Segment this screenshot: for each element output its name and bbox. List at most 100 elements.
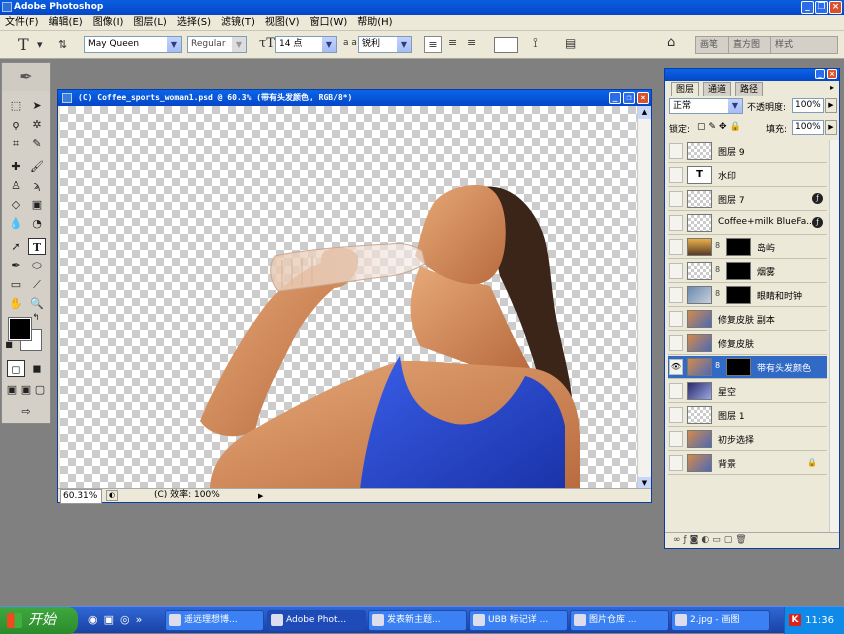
visibility-toggle[interactable]: [669, 167, 683, 183]
task-button[interactable]: UBB 标记详 ...: [469, 610, 568, 631]
visibility-toggle[interactable]: [669, 335, 683, 351]
new-layer-icon[interactable]: ▢: [724, 535, 736, 545]
tab-paths[interactable]: 路径: [735, 82, 764, 96]
clone-stamp-tool-icon[interactable]: ♙: [7, 177, 25, 194]
layers-scrollbar[interactable]: [829, 140, 839, 532]
visibility-toggle[interactable]: [669, 191, 683, 207]
full-screen-menu-icon[interactable]: ▣: [19, 381, 33, 398]
font-size-select[interactable]: 14 点 ▼: [275, 36, 337, 53]
blur-tool-icon[interactable]: 💧: [7, 215, 25, 232]
visibility-toggle[interactable]: [669, 263, 683, 279]
align-left-icon[interactable]: ≡: [424, 36, 442, 53]
quick-mask-icon[interactable]: ◼: [28, 360, 46, 377]
minimize-button[interactable]: _: [801, 1, 814, 14]
layer-row[interactable]: 图层 1: [668, 404, 827, 427]
lasso-tool-icon[interactable]: ϙ: [7, 116, 25, 133]
zoom-icon[interactable]: ◐: [106, 490, 118, 501]
dodge-tool-icon[interactable]: ◔: [28, 215, 46, 232]
align-center-icon[interactable]: ≡: [448, 36, 457, 49]
notes-tool-icon[interactable]: ▭: [7, 276, 25, 293]
marquee-tool-icon[interactable]: ⬚: [7, 97, 25, 114]
layer-mask-thumbnail[interactable]: [726, 358, 751, 376]
fill-field[interactable]: 100%: [792, 120, 824, 135]
link-layers-icon[interactable]: ∞: [673, 535, 684, 545]
layer-row[interactable]: 8 烟雾: [668, 260, 827, 283]
doc-close-button[interactable]: ×: [637, 92, 649, 104]
visibility-toggle[interactable]: [669, 239, 683, 255]
vertical-scrollbar[interactable]: ▲ ▼: [637, 106, 651, 490]
palette-well-histogram[interactable]: 直方图: [728, 36, 772, 54]
move-tool-icon[interactable]: ➤: [28, 97, 46, 114]
standard-mode-icon[interactable]: ◻: [7, 360, 25, 377]
add-mask-icon[interactable]: ◙: [690, 535, 702, 545]
visibility-toggle[interactable]: [669, 455, 683, 471]
menu-view[interactable]: 视图(V): [260, 15, 305, 31]
font-family-select[interactable]: May Queen ▼: [84, 36, 182, 53]
brush-tool-icon[interactable]: 🖌: [28, 158, 46, 175]
image-canvas[interactable]: [60, 106, 637, 490]
palettes-icon[interactable]: ▤: [565, 36, 576, 50]
menu-layer[interactable]: 图层(L): [128, 15, 171, 31]
foreground-color-swatch[interactable]: [8, 317, 32, 341]
menu-edit[interactable]: 编辑(E): [44, 15, 88, 31]
opacity-field[interactable]: 100%: [792, 98, 824, 113]
layer-row[interactable]: 修复皮肤: [668, 332, 827, 355]
layer-row[interactable]: 图层 9: [668, 140, 827, 163]
path-selection-tool-icon[interactable]: ➚: [7, 238, 25, 255]
tab-channels[interactable]: 通道: [703, 82, 732, 96]
standard-screen-icon[interactable]: ▣: [5, 381, 19, 398]
history-brush-tool-icon[interactable]: ϡ: [28, 177, 46, 194]
layer-row[interactable]: 星空: [668, 380, 827, 403]
eyedropper-tool-icon[interactable]: ⟋: [28, 276, 46, 293]
visibility-toggle[interactable]: [669, 287, 683, 303]
magic-wand-tool-icon[interactable]: ✲: [28, 116, 46, 133]
layer-mask-thumbnail[interactable]: [726, 286, 751, 304]
menu-window[interactable]: 窗口(W): [305, 15, 353, 31]
layer-effects-icon[interactable]: ƒ: [812, 193, 823, 204]
pen-tool-icon[interactable]: ✒: [7, 257, 25, 274]
eye-icon[interactable]: 👁: [669, 359, 683, 375]
doc-restore-button[interactable]: ❐: [623, 92, 635, 104]
layer-row[interactable]: 背景 🔒: [668, 452, 827, 475]
menu-select[interactable]: 选择(S): [172, 15, 216, 31]
gradient-tool-icon[interactable]: ▣: [28, 196, 46, 213]
menu-help[interactable]: 帮助(H): [352, 15, 397, 31]
layer-row-selected[interactable]: 👁 8 带有头发颜色: [668, 356, 827, 379]
panel-close-button[interactable]: ×: [827, 69, 837, 79]
new-group-icon[interactable]: ▭: [712, 535, 724, 545]
palette-well-styles[interactable]: 样式: [770, 36, 838, 54]
scroll-up-button[interactable]: ▲: [638, 106, 651, 119]
layer-row[interactable]: 初步选择: [668, 428, 827, 451]
trash-icon[interactable]: 🗑: [735, 535, 749, 545]
warp-text-icon[interactable]: ⟟: [533, 36, 538, 51]
panel-menu-icon[interactable]: ▸: [830, 83, 834, 92]
layer-mask-thumbnail[interactable]: [726, 238, 751, 256]
tray-app-icon[interactable]: K: [789, 614, 801, 626]
menu-filter[interactable]: 滤镜(T): [216, 15, 260, 31]
default-colors-icon[interactable]: ■: [4, 340, 14, 350]
close-button[interactable]: ×: [829, 1, 842, 14]
layer-row[interactable]: 图层 7ƒ: [668, 188, 827, 211]
text-orientation-icon[interactable]: ⇅: [58, 38, 67, 51]
menu-image[interactable]: 图像(I): [88, 15, 129, 31]
blend-mode-select[interactable]: 正常 ▼: [669, 98, 743, 114]
layer-row[interactable]: T 水印: [668, 164, 827, 187]
visibility-toggle[interactable]: [669, 215, 683, 231]
layer-row[interactable]: 修复皮肤 副本: [668, 308, 827, 331]
panel-minimize-button[interactable]: _: [815, 69, 825, 79]
tab-layers[interactable]: 图层: [671, 82, 700, 96]
visibility-toggle[interactable]: [669, 143, 683, 159]
visibility-toggle[interactable]: [669, 407, 683, 423]
status-menu-arrow-icon[interactable]: ▶: [258, 490, 268, 501]
tool-preset-arrow-icon[interactable]: ▾: [37, 38, 43, 51]
lock-options-icon[interactable]: ▢✎✥🔒: [697, 122, 744, 132]
crop-tool-icon[interactable]: ⌗: [7, 135, 25, 152]
anti-alias-select[interactable]: 锐利 ▼: [358, 36, 412, 53]
slice-tool-icon[interactable]: ✎: [28, 135, 46, 152]
font-style-select[interactable]: Regular ▼: [187, 36, 247, 53]
task-button[interactable]: 遥远理想博...: [165, 610, 264, 631]
file-browser-icon[interactable]: ⌂: [667, 35, 675, 50]
task-button[interactable]: 图片仓库 ...: [570, 610, 669, 631]
zoom-field[interactable]: 60.31%: [60, 489, 102, 504]
text-color-swatch[interactable]: [494, 37, 518, 53]
